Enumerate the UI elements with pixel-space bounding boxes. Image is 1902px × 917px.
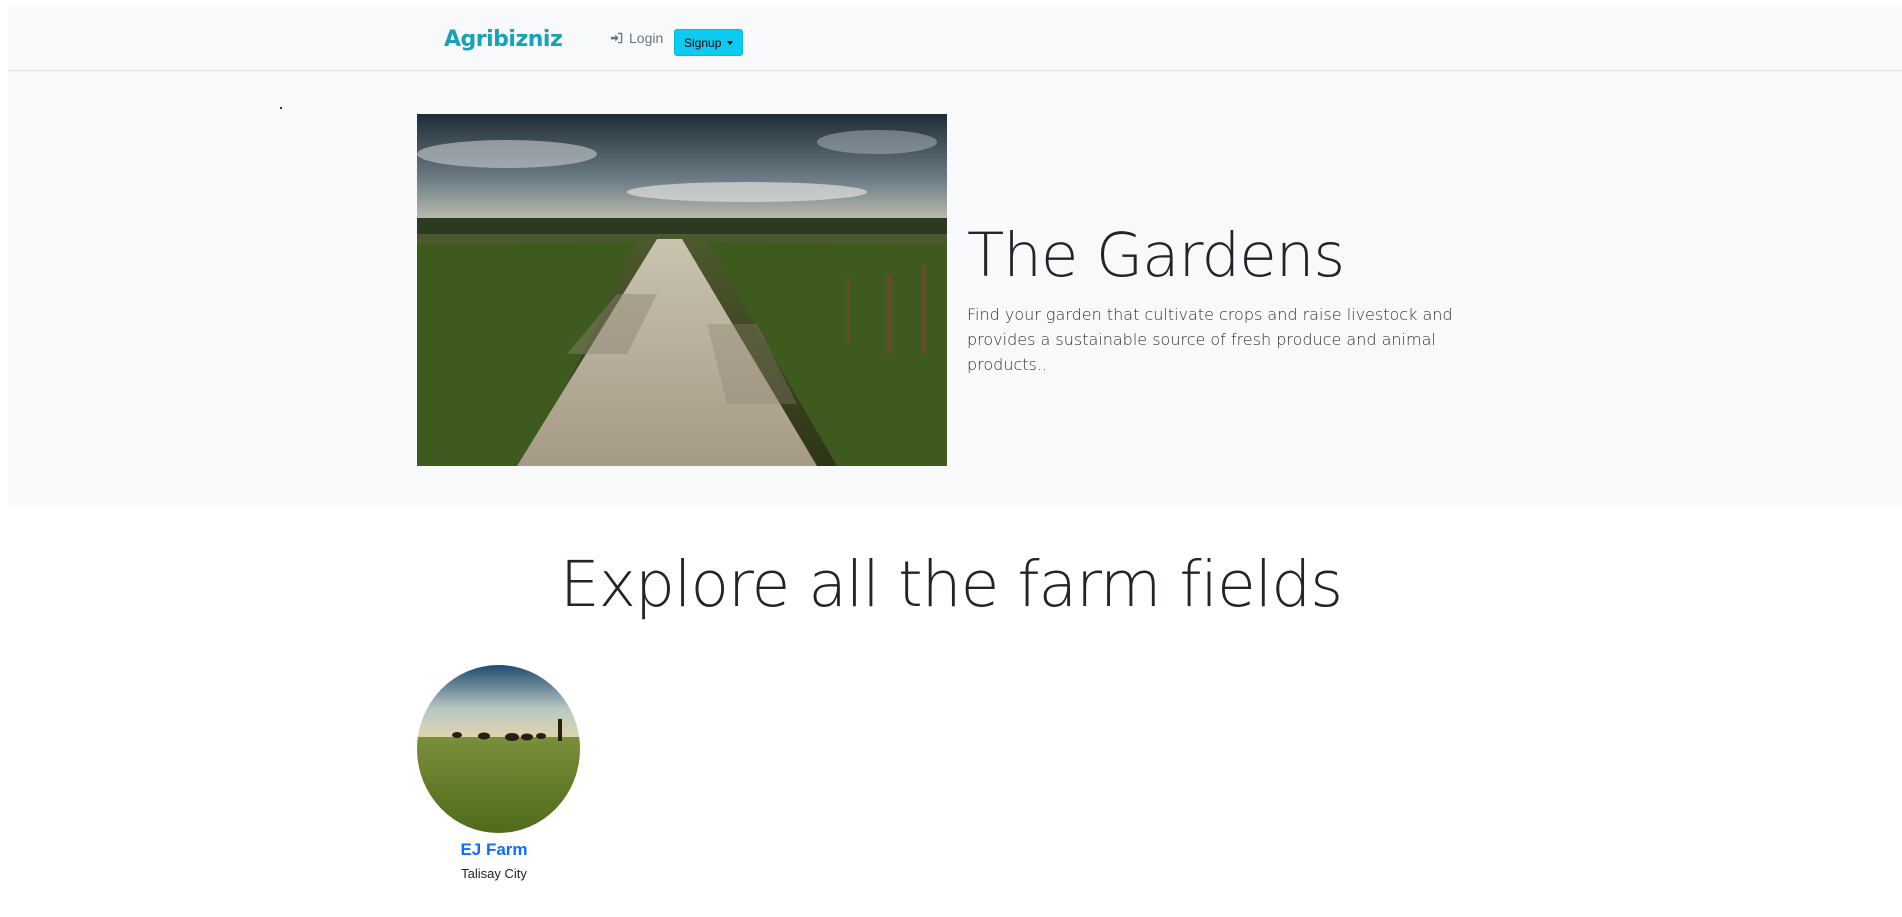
sign-in-icon — [610, 32, 623, 44]
navbar: Agribizniz Login Signup — [8, 7, 1902, 71]
section-title: Explore all the farm fields — [559, 548, 1343, 621]
farm-card[interactable]: EJ Farm Talisay City — [409, 665, 580, 881]
caret-down-icon — [727, 40, 734, 45]
login-link[interactable]: Login — [610, 30, 663, 46]
signup-label: Signup — [684, 35, 722, 50]
farm-location: Talisay City — [461, 866, 527, 881]
login-label: Login — [629, 30, 664, 46]
farm-thumbnail-image[interactable] — [417, 665, 580, 833]
hero-section: The Gardens Find your garden that cultiv… — [8, 71, 1902, 507]
stray-dot — [280, 107, 282, 109]
hero-description: Find your garden that cultivate crops an… — [967, 305, 1453, 374]
signup-dropdown-button[interactable]: Signup — [674, 29, 744, 56]
farm-name-link[interactable]: EJ Farm — [409, 840, 579, 860]
brand-logo[interactable]: Agribizniz — [444, 27, 563, 52]
hero-vineyard-image — [417, 114, 947, 466]
hero-title: The Gardens — [967, 220, 1345, 291]
